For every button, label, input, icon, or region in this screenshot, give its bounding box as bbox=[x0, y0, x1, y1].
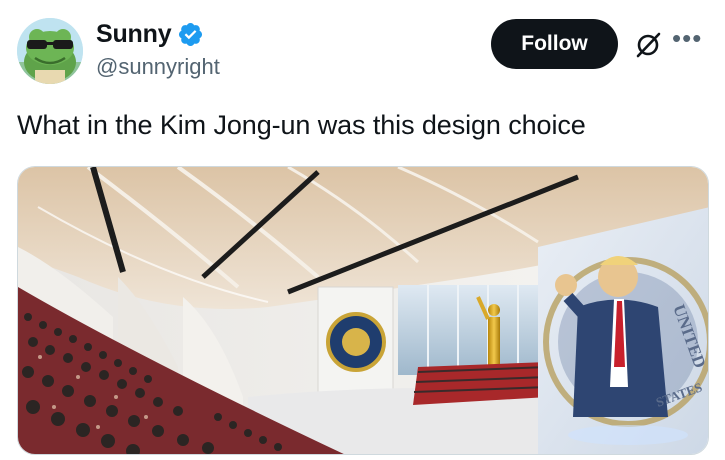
frog-avatar-icon bbox=[17, 18, 83, 84]
display-name[interactable]: Sunny bbox=[96, 20, 172, 49]
avatar[interactable] bbox=[17, 18, 83, 84]
auditorium-image: UNITED STATES bbox=[18, 167, 708, 454]
author-handle[interactable]: @sunnyright bbox=[96, 54, 220, 80]
more-options-icon[interactable]: ••• bbox=[672, 25, 702, 51]
tweet-media-image[interactable]: UNITED STATES bbox=[17, 166, 709, 455]
tweet-text: What in the Kim Jong-un was this design … bbox=[17, 110, 586, 140]
author-name-row: Sunny bbox=[96, 20, 204, 49]
follow-button[interactable]: Follow bbox=[491, 19, 618, 69]
grok-icon[interactable] bbox=[633, 30, 663, 60]
verified-badge-icon bbox=[179, 22, 203, 47]
